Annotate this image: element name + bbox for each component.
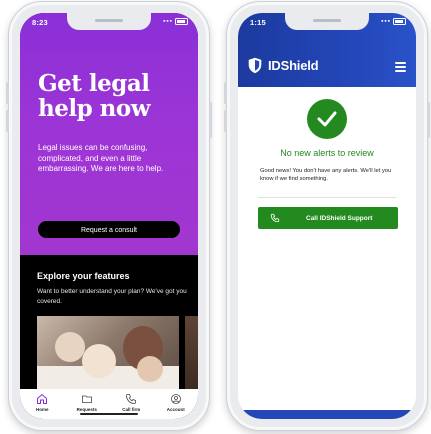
call-support-label: Call IDShield Support	[306, 214, 373, 222]
phone-notch	[67, 13, 151, 30]
feature-card-family-photo[interactable]	[37, 316, 179, 389]
status-time: 1:15	[250, 18, 266, 27]
home-indicator	[80, 413, 138, 415]
battery-icon	[393, 18, 406, 25]
call-support-button[interactable]: Call IDShield Support	[258, 207, 398, 229]
photo-parent-face	[137, 356, 163, 382]
battery-icon	[175, 18, 188, 25]
divider	[258, 197, 396, 198]
tab-label: Call firm	[122, 407, 141, 412]
phone-frame-legalshield: 8:23 ▪▪▪ Get legal help now Legal issues…	[6, 1, 212, 431]
status-time: 8:23	[32, 18, 48, 27]
phone-icon	[270, 213, 280, 223]
volume-button	[6, 82, 9, 104]
photo-child-face	[55, 332, 85, 362]
tab-account[interactable]: Account	[154, 389, 199, 419]
signal-icon: ▪▪▪	[381, 18, 391, 26]
power-button	[209, 102, 212, 138]
alerts-status-title: No new alerts to review	[280, 148, 374, 158]
hero-title: Get legal help now	[38, 70, 151, 122]
brand-name: IDShield	[268, 58, 319, 73]
volume-button	[6, 110, 9, 132]
phone-frame-idshield: 1:15 ▪▪▪ IDShield No new alerts to revie…	[224, 1, 430, 431]
hero-section: Get legal help now Legal issues can be c…	[20, 13, 198, 255]
legal-app-screen: 8:23 ▪▪▪ Get legal help now Legal issues…	[20, 13, 198, 419]
explore-title: Explore your features	[37, 271, 130, 281]
tab-label: Home	[35, 407, 49, 412]
phone-icon	[126, 394, 137, 404]
status-icons: ▪▪▪	[163, 18, 188, 25]
phone-notch	[285, 13, 369, 30]
hamburger-menu-icon[interactable]	[395, 62, 406, 74]
request-consult-button[interactable]: Request a consult	[38, 221, 180, 238]
bottom-tab-bar: Home Requests Call firm Account	[20, 389, 198, 419]
hero-body: Legal issues can be confusing, complicat…	[38, 143, 164, 173]
tab-label: Requests	[76, 407, 97, 412]
power-button	[427, 102, 430, 138]
alerts-status-description: Good news! You don't have any alerts. We…	[260, 168, 392, 182]
success-check-icon	[307, 99, 347, 139]
photo-child-face	[82, 344, 116, 378]
status-icons: ▪▪▪	[381, 18, 406, 25]
idshield-app-screen: 1:15 ▪▪▪ IDShield No new alerts to revie…	[238, 13, 416, 419]
signal-icon: ▪▪▪	[163, 18, 173, 26]
home-icon	[37, 393, 48, 404]
tab-label: Account	[166, 407, 185, 412]
shield-icon	[248, 57, 262, 74]
volume-button	[224, 110, 227, 132]
user-icon	[170, 394, 181, 404]
bottom-bar	[238, 410, 416, 419]
feature-card-next[interactable]	[185, 316, 198, 389]
tab-home[interactable]: Home	[20, 389, 65, 419]
brand-logo[interactable]: IDShield	[248, 57, 319, 74]
app-header: 1:15 ▪▪▪ IDShield	[238, 13, 416, 87]
explore-description: Want to better understand your plan? We'…	[37, 288, 187, 305]
volume-button	[224, 82, 227, 104]
folder-icon	[81, 395, 92, 403]
